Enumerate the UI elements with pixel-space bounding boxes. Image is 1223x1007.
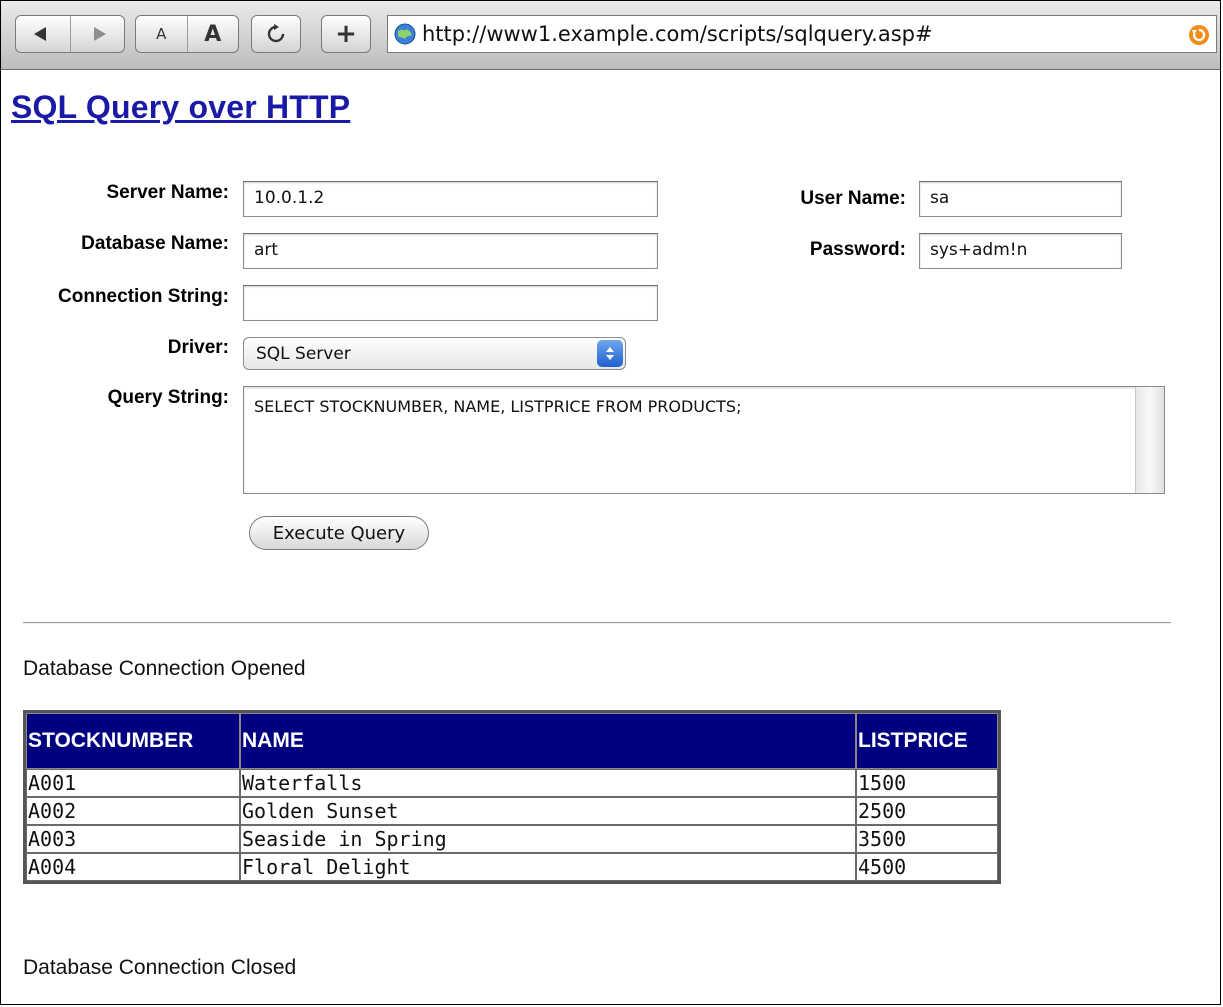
table-header-row: STOCKNUMBER NAME LISTPRICE xyxy=(26,713,998,769)
browser-window: A A + http://www1.example.com/scripts/sq… xyxy=(0,0,1221,1005)
cell-name: Seaside in Spring xyxy=(240,825,856,853)
text-larger-button[interactable]: A xyxy=(186,16,239,52)
cell-stocknumber: A003 xyxy=(26,825,240,853)
query-string-label: Query String: xyxy=(107,387,229,408)
password-field[interactable]: sys+adm!n xyxy=(919,233,1122,269)
forward-button[interactable] xyxy=(69,16,125,52)
back-arrow-icon xyxy=(33,27,46,41)
divider xyxy=(23,622,1171,624)
server-name-label: Server Name: xyxy=(106,182,229,203)
back-forward-buttons xyxy=(15,15,125,53)
cell-stocknumber: A002 xyxy=(26,797,240,825)
connection-string-label: Connection String: xyxy=(58,286,229,307)
user-name-field[interactable]: sa xyxy=(919,181,1122,217)
query-string-text: SELECT STOCKNUMBER, NAME, LISTPRICE FROM… xyxy=(254,397,742,416)
driver-select[interactable]: SQL Server xyxy=(243,337,626,370)
browser-toolbar: A A + http://www1.example.com/scripts/sq… xyxy=(1,1,1220,70)
reload-icon xyxy=(267,24,285,43)
cell-name: Floral Delight xyxy=(240,853,856,881)
connection-string-field[interactable] xyxy=(243,285,658,321)
column-header-name: NAME xyxy=(240,713,856,769)
cell-stocknumber: A004 xyxy=(26,853,240,881)
cell-listprice: 1500 xyxy=(856,769,998,797)
column-header-stocknumber: STOCKNUMBER xyxy=(26,713,240,769)
textarea-scrollbar[interactable] xyxy=(1135,387,1164,493)
user-name-label: User Name: xyxy=(800,188,906,209)
url-text[interactable]: http://www1.example.com/scripts/sqlquery… xyxy=(422,22,933,46)
cell-stocknumber: A001 xyxy=(26,769,240,797)
add-bookmark-button[interactable]: + xyxy=(321,15,371,53)
cell-listprice: 3500 xyxy=(856,825,998,853)
table-row: A002 Golden Sunset 2500 xyxy=(26,797,998,825)
query-string-textarea[interactable]: SELECT STOCKNUMBER, NAME, LISTPRICE FROM… xyxy=(243,386,1165,494)
driver-select-value: SQL Server xyxy=(256,344,351,364)
address-bar[interactable]: http://www1.example.com/scripts/sqlquery… xyxy=(387,15,1217,53)
reload-button[interactable] xyxy=(251,15,301,53)
select-arrows-icon xyxy=(597,340,623,367)
connection-opened-message: Database Connection Opened xyxy=(23,657,306,680)
column-header-listprice: LISTPRICE xyxy=(856,713,998,769)
cell-name: Golden Sunset xyxy=(240,797,856,825)
text-size-buttons: A A xyxy=(135,15,239,53)
text-smaller-button[interactable]: A xyxy=(136,16,187,52)
execute-query-button[interactable]: Execute Query xyxy=(249,516,429,550)
table-row: A004 Floral Delight 4500 xyxy=(26,853,998,881)
server-name-field[interactable]: 10.0.1.2 xyxy=(243,181,658,217)
results-table: STOCKNUMBER NAME LISTPRICE A001 Waterfal… xyxy=(23,710,1001,884)
globe-icon xyxy=(394,23,416,45)
cell-listprice: 4500 xyxy=(856,853,998,881)
cell-name: Waterfalls xyxy=(240,769,856,797)
page-title[interactable]: SQL Query over HTTP xyxy=(11,89,350,126)
table-row: A001 Waterfalls 1500 xyxy=(26,769,998,797)
table-row: A003 Seaside in Spring 3500 xyxy=(26,825,998,853)
driver-label: Driver: xyxy=(167,337,229,358)
back-button[interactable] xyxy=(16,16,70,52)
cell-listprice: 2500 xyxy=(856,797,998,825)
database-name-field[interactable]: art xyxy=(243,233,658,269)
snapback-icon[interactable] xyxy=(1188,24,1210,46)
database-name-label: Database Name: xyxy=(81,233,229,254)
forward-arrow-icon xyxy=(94,27,107,41)
password-label: Password: xyxy=(809,239,906,260)
connection-closed-message: Database Connection Closed xyxy=(23,956,297,979)
